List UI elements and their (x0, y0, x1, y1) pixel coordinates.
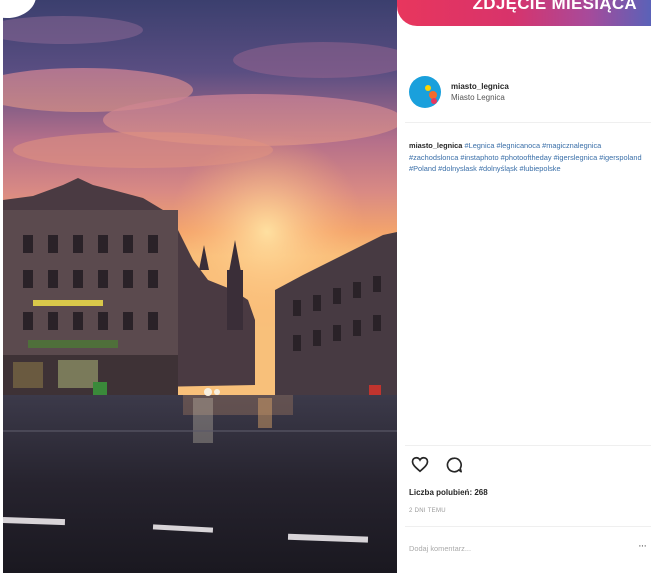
post-caption: miasto_legnica #Legnica #legnicanoca #ma… (409, 140, 649, 175)
heart-icon[interactable] (411, 456, 429, 473)
divider (405, 526, 651, 527)
city-sunset-photo (3, 0, 397, 573)
instagram-post-panel: miasto_legnica Miasto Legnica miasto_leg… (405, 60, 651, 573)
caption-username[interactable]: miasto_legnica (409, 141, 462, 150)
post-actions (409, 456, 469, 474)
banner-photo-of-month: ZDJĘCIE MIESIĄCA (397, 0, 651, 26)
divider (405, 122, 651, 123)
avatar[interactable] (409, 76, 441, 108)
comment-icon[interactable] (445, 456, 463, 474)
post-photo[interactable] (3, 0, 397, 573)
banner-title: ZDJĘCIE MIESIĄCA (472, 0, 637, 13)
post-fullname: Miasto Legnica (451, 93, 505, 102)
likes-count[interactable]: Liczba polubień: 268 (409, 488, 488, 497)
more-options-icon[interactable]: ··· (638, 540, 647, 552)
post-username[interactable]: miasto_legnica (451, 82, 509, 91)
comment-input[interactable]: Dodaj komentarz... (409, 544, 471, 553)
post-timestamp: 2 DNI TEMU (409, 508, 446, 514)
divider (405, 445, 651, 446)
post-header: miasto_legnica Miasto Legnica (405, 72, 651, 112)
